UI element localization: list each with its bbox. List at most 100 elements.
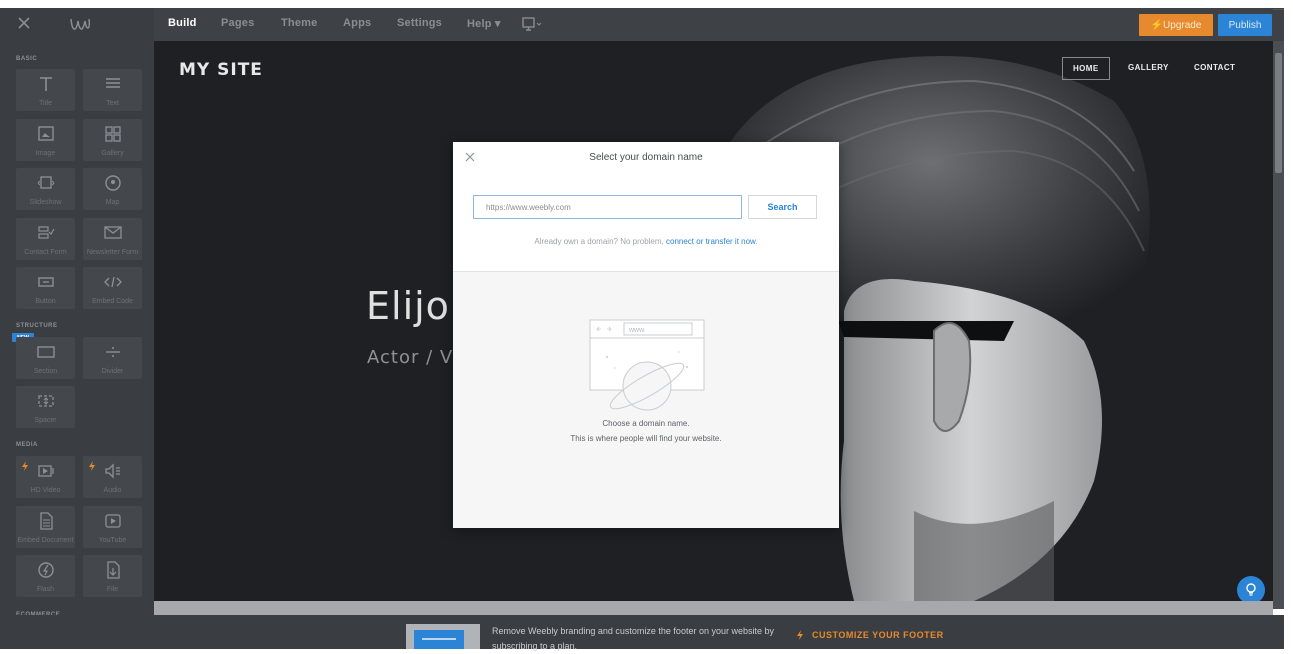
- connect-transfer-link[interactable]: connect or transfer it now: [666, 237, 755, 246]
- tile-label: HD Video: [30, 487, 61, 494]
- tile-label: Slideshow: [29, 199, 62, 206]
- map-icon: [104, 175, 121, 191]
- tile-audio[interactable]: Audio: [83, 456, 142, 498]
- contact-form-icon: [37, 226, 55, 239]
- embed-code-icon: [103, 276, 122, 288]
- customize-footer-link[interactable]: CUSTOMIZE YOUR FOOTER: [812, 630, 944, 640]
- footer-promo-bar: Remove Weebly branding and customize the…: [0, 615, 1284, 651]
- tile-label: YouTube: [98, 537, 127, 544]
- existing-domain-note: Already own a domain? No problem, connec…: [534, 237, 758, 246]
- newsletter-icon: [103, 226, 122, 239]
- tile-title[interactable]: Title: [16, 69, 75, 111]
- file-icon: [106, 561, 120, 579]
- tile-label: Map: [105, 199, 120, 206]
- tile-youtube[interactable]: YouTube: [83, 506, 142, 548]
- element-sidebar: BASIC Title Text Image Gallery Slideshow…: [0, 41, 154, 649]
- promo-thumbnail: [406, 624, 480, 649]
- bolt-icon: [797, 630, 803, 640]
- text-icon: [105, 78, 120, 88]
- browser-globe-illustration: www.: [589, 319, 705, 411]
- existing-domain-text: Already own a domain? No problem,: [534, 237, 664, 246]
- tile-hd-video[interactable]: HD Video: [16, 456, 75, 498]
- document-icon: [39, 512, 53, 530]
- tile-text[interactable]: Text: [83, 69, 142, 111]
- site-nav-home[interactable]: HOME: [1062, 57, 1110, 80]
- weebly-editor: Build Pages Theme Apps Settings Help ▾ ⚡…: [0, 0, 1293, 651]
- tile-label: Audio: [103, 487, 122, 494]
- horizontal-scrollbar[interactable]: [154, 601, 1273, 615]
- tile-label: Contact Form: [24, 249, 67, 256]
- slideshow-icon: [37, 176, 54, 189]
- button-icon: [37, 277, 54, 287]
- tile-newsletter[interactable]: Newsletter Form: [83, 218, 142, 260]
- device-preview-icon[interactable]: [522, 17, 542, 33]
- close-editor-icon[interactable]: [17, 16, 31, 30]
- promo-text: Remove Weebly branding and customize the…: [492, 626, 774, 651]
- help-lightbulb-button[interactable]: [1237, 576, 1265, 601]
- tile-image[interactable]: Image: [16, 119, 75, 161]
- hd-video-icon: [37, 465, 54, 477]
- premium-bolt-icon: [89, 461, 95, 471]
- flash-icon: [37, 562, 54, 578]
- section-icon: [36, 346, 55, 358]
- tile-map[interactable]: Map: [83, 168, 142, 210]
- title-icon: [39, 77, 52, 91]
- tab-pages[interactable]: Pages: [221, 17, 254, 29]
- tile-label: Button: [35, 298, 56, 305]
- empty-state-line-2: This is where people will find your webs…: [570, 434, 722, 443]
- site-title[interactable]: MY SITE: [179, 60, 263, 80]
- domain-modal: Select your domain name Search Already o…: [453, 142, 839, 528]
- tile-label: Title: [39, 100, 52, 107]
- spacer-icon: [37, 395, 54, 407]
- tile-gallery[interactable]: Gallery: [83, 119, 142, 161]
- audio-icon: [104, 463, 120, 479]
- vertical-scrollbar[interactable]: [1273, 41, 1284, 609]
- tile-spacer[interactable]: Spacer: [16, 386, 75, 428]
- tile-label: File: [106, 586, 119, 593]
- section-title-structure: STRUCTURE: [16, 323, 58, 329]
- tab-settings[interactable]: Settings: [397, 17, 442, 29]
- tab-help[interactable]: Help ▾: [467, 17, 501, 30]
- tab-apps[interactable]: Apps: [343, 17, 371, 29]
- tile-label: Section: [33, 368, 58, 375]
- tile-embed-code[interactable]: Embed Code: [83, 267, 142, 309]
- illustration-url-text: www.: [628, 327, 646, 334]
- hero-subheading[interactable]: Actor / V: [367, 347, 453, 368]
- domain-search-input[interactable]: [473, 195, 742, 219]
- tile-slideshow[interactable]: Slideshow: [16, 168, 75, 210]
- tile-contact-form[interactable]: Contact Form: [16, 218, 75, 260]
- tab-theme[interactable]: Theme: [281, 17, 317, 29]
- tile-label: Spacer: [34, 417, 57, 424]
- tile-file[interactable]: File: [83, 555, 142, 597]
- tile-label: Newsletter Form: [86, 249, 139, 256]
- tile-flash[interactable]: Flash: [16, 555, 75, 597]
- tile-label: Gallery: [101, 150, 124, 157]
- publish-button[interactable]: Publish: [1218, 14, 1272, 36]
- tile-label: Embed Code: [92, 298, 133, 305]
- image-icon: [37, 126, 54, 141]
- upgrade-button[interactable]: ⚡Upgrade: [1139, 14, 1213, 36]
- tile-label: Divider: [101, 368, 124, 375]
- tab-build[interactable]: Build: [168, 17, 197, 29]
- search-button[interactable]: Search: [748, 195, 817, 219]
- window-minimize-mark: [1273, 9, 1284, 10]
- tile-section[interactable]: Section: [16, 337, 75, 379]
- domain-modal-header: Select your domain name Search Already o…: [453, 142, 839, 272]
- tile-label: Image: [35, 150, 56, 157]
- tile-label: Embed Document: [17, 537, 74, 544]
- scrollbar-thumb[interactable]: [1275, 53, 1282, 173]
- weebly-logo-icon[interactable]: [69, 15, 91, 33]
- gallery-icon: [104, 126, 121, 142]
- modal-title: Select your domain name: [589, 152, 703, 163]
- site-nav-gallery[interactable]: GALLERY: [1128, 63, 1169, 72]
- divider-icon: [105, 347, 120, 357]
- tile-embed-document[interactable]: Embed Document: [16, 506, 75, 548]
- youtube-icon: [104, 514, 121, 528]
- hero-heading[interactable]: Elijo: [366, 284, 450, 328]
- editor-toolbar: Build Pages Theme Apps Settings Help ▾ ⚡…: [0, 8, 1284, 41]
- tile-button[interactable]: Button: [16, 267, 75, 309]
- tile-divider[interactable]: Divider: [83, 337, 142, 379]
- section-title-basic: BASIC: [16, 56, 38, 62]
- site-nav-contact[interactable]: CONTACT: [1194, 63, 1235, 72]
- section-title-media: MEDIA: [16, 442, 38, 448]
